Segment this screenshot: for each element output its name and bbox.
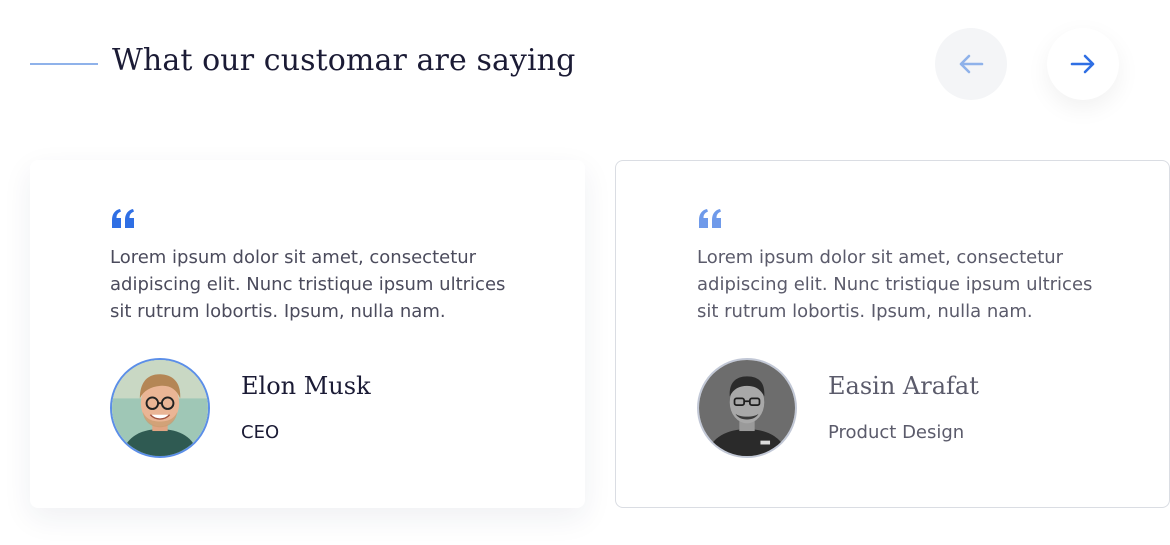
testimonial-card: Lorem ipsum dolor sit amet, consectetur …: [30, 160, 585, 508]
arrow-right-icon: [1070, 54, 1095, 74]
header-decorative-line: [30, 63, 98, 65]
testimonial-quote: Lorem ipsum dolor sit amet, consectetur …: [697, 247, 1093, 322]
quote-icon: [112, 209, 134, 228]
person-name: Easin Arafat: [828, 372, 979, 400]
testimonial-quote: Lorem ipsum dolor sit amet, consectetur …: [110, 247, 506, 322]
avatar: [697, 358, 797, 458]
arrow-left-icon: [959, 54, 984, 74]
avatar-photo: [699, 360, 795, 456]
quote-icon: [699, 209, 721, 228]
person-role: Product Design: [828, 422, 965, 443]
previous-button[interactable]: [935, 28, 1007, 100]
avatar-photo: [112, 360, 208, 456]
person-role: CEO: [241, 422, 280, 443]
next-button[interactable]: [1047, 28, 1119, 100]
section-header: What our customar are saying: [30, 28, 1140, 100]
avatar: [110, 358, 210, 458]
person-name: Elon Musk: [241, 372, 371, 400]
testimonial-card: Lorem ipsum dolor sit amet, consectetur …: [615, 160, 1170, 508]
section-title: What our customar are saying: [112, 43, 576, 78]
